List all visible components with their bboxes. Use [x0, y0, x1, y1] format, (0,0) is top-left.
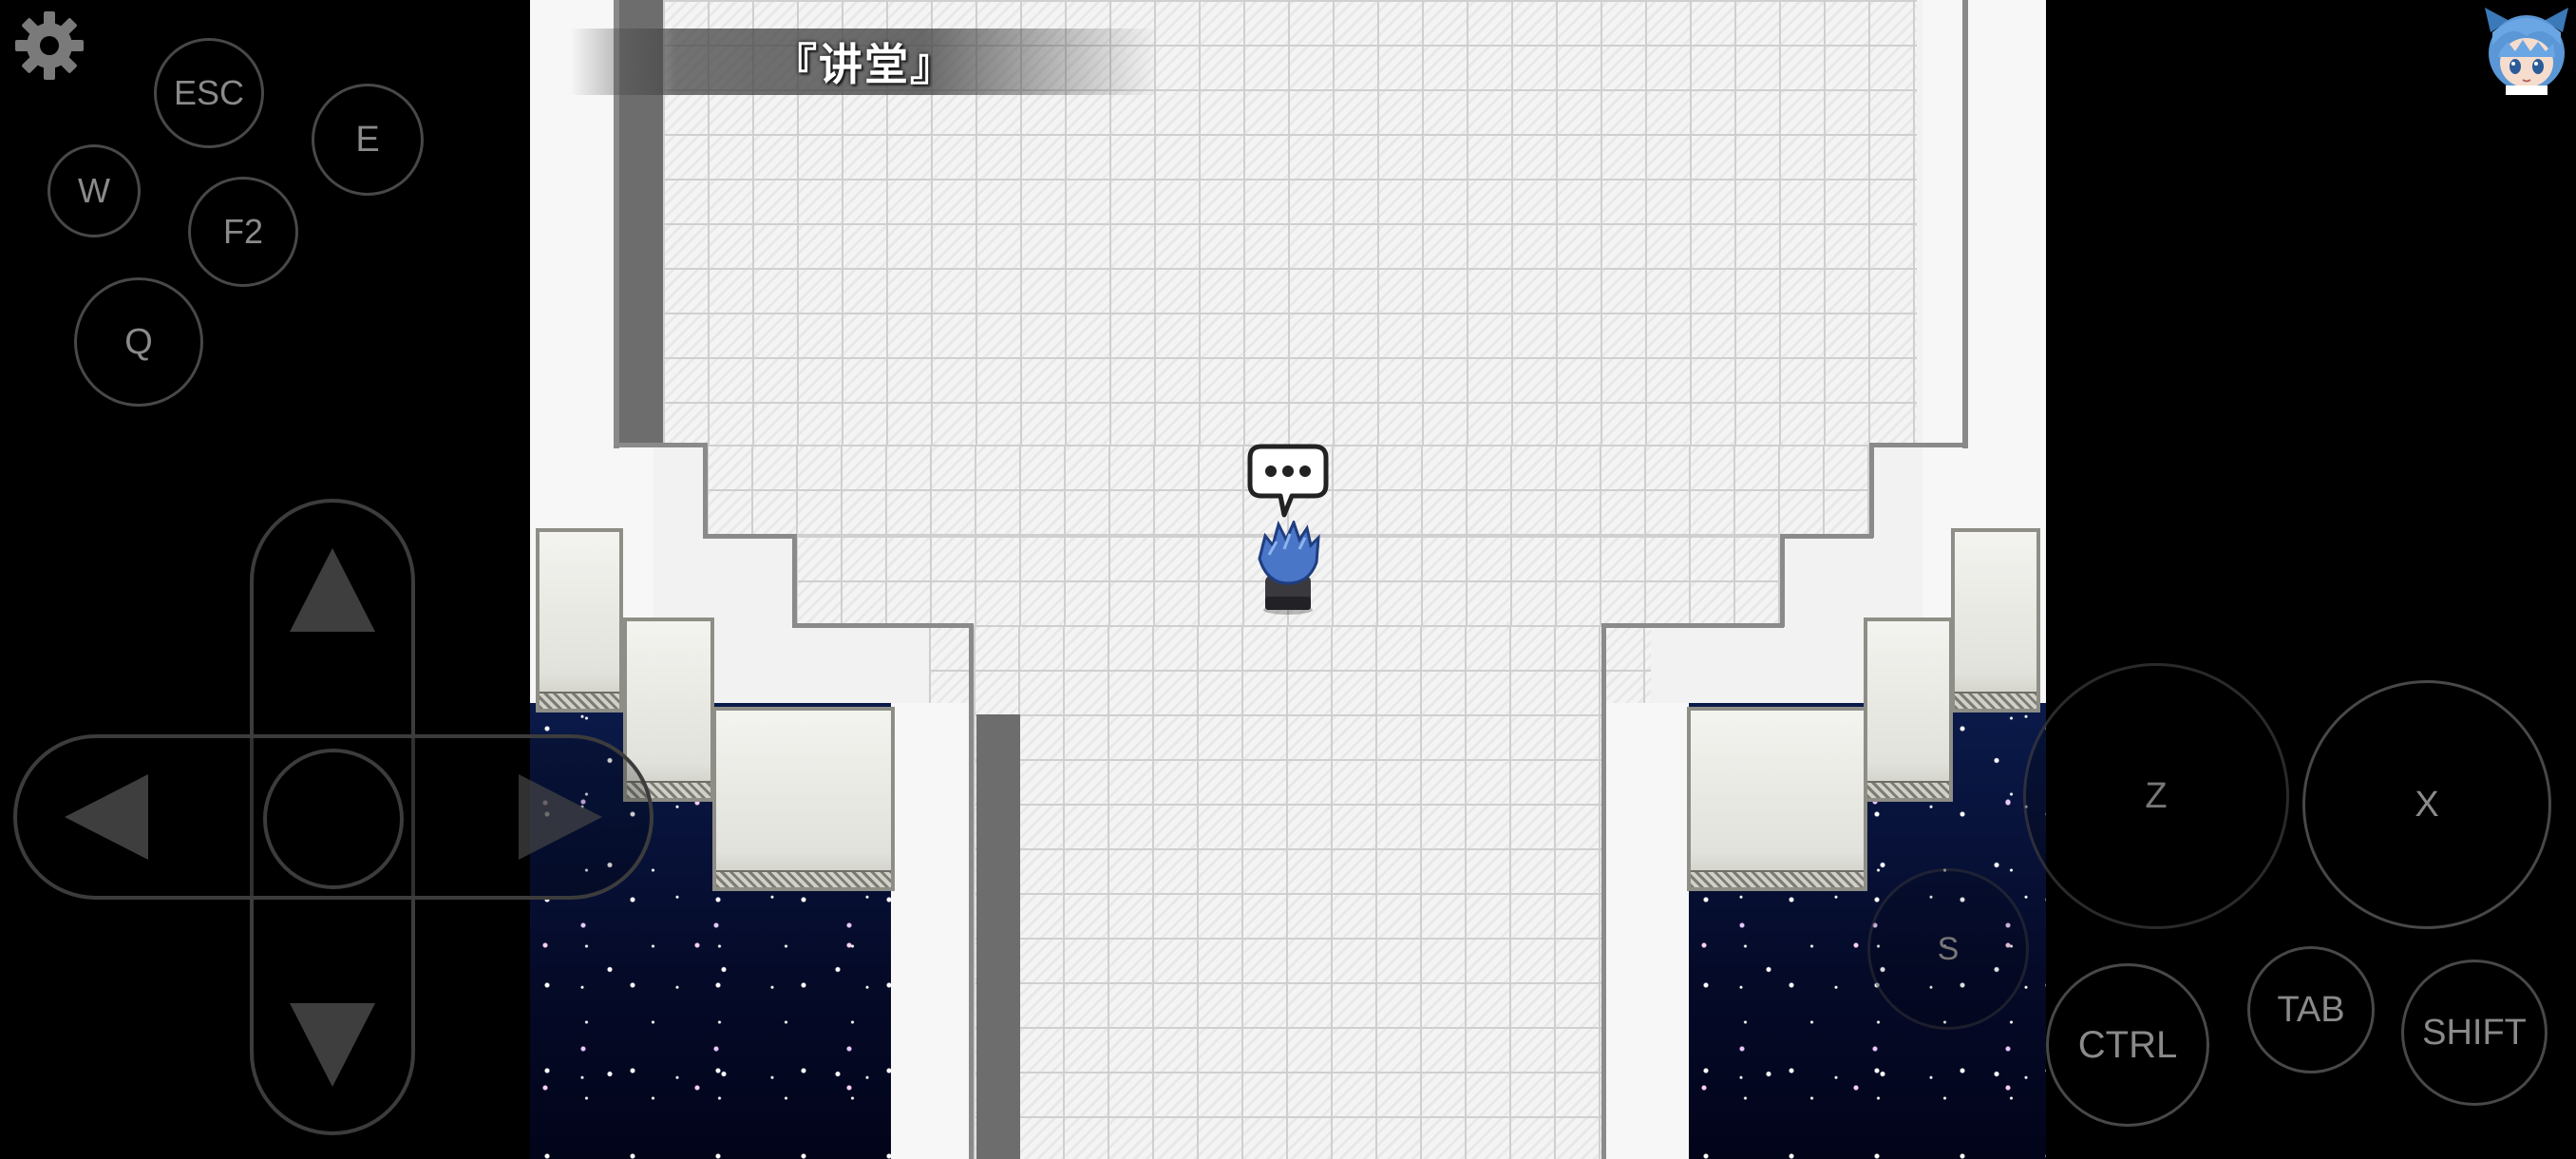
stone-block-right-2 — [1864, 618, 1953, 802]
f2-button-label: F2 — [222, 212, 263, 251]
stone-block-left-3 — [712, 707, 895, 891]
step-edge-left-6 — [969, 623, 974, 1159]
wall-shadow-corridor — [976, 714, 1020, 1159]
step-edge-left-2 — [703, 443, 708, 538]
w-button[interactable]: W — [47, 144, 141, 238]
step-edge-left-3 — [703, 534, 796, 539]
w-button-label: W — [78, 171, 110, 210]
step-edge-left-5 — [792, 623, 973, 628]
map-name-text: 『讲堂』 — [773, 39, 956, 90]
x-button-label: X — [2415, 784, 2439, 825]
s-button-label: S — [1937, 930, 1960, 967]
step-edge-right-2 — [1869, 443, 1874, 538]
step-edge-right-5 — [1603, 623, 1784, 628]
stone-block-right-1 — [1951, 528, 2040, 712]
arrow-right-icon[interactable] — [519, 774, 602, 860]
wall-edge-upper-right — [1962, 0, 1968, 448]
stone-block-right-3 — [1687, 707, 1867, 891]
step-edge-right-3 — [1780, 534, 1873, 539]
speech-bubble-ellipsis-icon — [1247, 444, 1329, 518]
player-character — [1258, 521, 1320, 615]
f2-button[interactable]: F2 — [188, 177, 298, 287]
q-button-label: Q — [124, 321, 153, 362]
arrow-left-icon[interactable] — [65, 774, 148, 860]
step-edge-left-1 — [614, 443, 707, 447]
shift-button-label: SHIFT — [2422, 1012, 2527, 1053]
s-button[interactable]: S — [1867, 868, 2029, 1030]
x-button[interactable]: X — [2302, 680, 2551, 929]
tab-button-label: TAB — [2277, 989, 2345, 1030]
map-name-banner: 『讲堂』 — [570, 28, 1159, 95]
stone-block-left-1 — [536, 528, 623, 712]
step-edge-right-4 — [1780, 534, 1785, 627]
dpad-center-button[interactable] — [263, 749, 404, 889]
character-avatar-icon[interactable] — [2481, 4, 2572, 95]
e-button-label: E — [355, 119, 380, 160]
step-edge-right-1 — [1869, 443, 1966, 447]
tab-button[interactable]: TAB — [2247, 946, 2375, 1074]
z-button[interactable]: Z — [2023, 663, 2289, 929]
esc-button-label: ESC — [173, 73, 245, 112]
ledge-left — [891, 703, 969, 1159]
step-edge-left-4 — [792, 534, 797, 627]
e-button[interactable]: E — [312, 84, 424, 196]
esc-button[interactable]: ESC — [154, 38, 264, 148]
arrow-down-icon[interactable] — [290, 1003, 375, 1087]
ledge-right — [1606, 703, 1689, 1159]
arrow-up-icon[interactable] — [290, 548, 375, 632]
gear-icon[interactable] — [11, 8, 87, 84]
z-button-label: Z — [2145, 775, 2168, 816]
q-button[interactable]: Q — [74, 277, 203, 407]
shift-button[interactable]: SHIFT — [2401, 960, 2548, 1106]
ctrl-button-label: CTRL — [2077, 1023, 2178, 1066]
floor-corridor — [929, 625, 1651, 1159]
ctrl-button[interactable]: CTRL — [2046, 963, 2209, 1127]
